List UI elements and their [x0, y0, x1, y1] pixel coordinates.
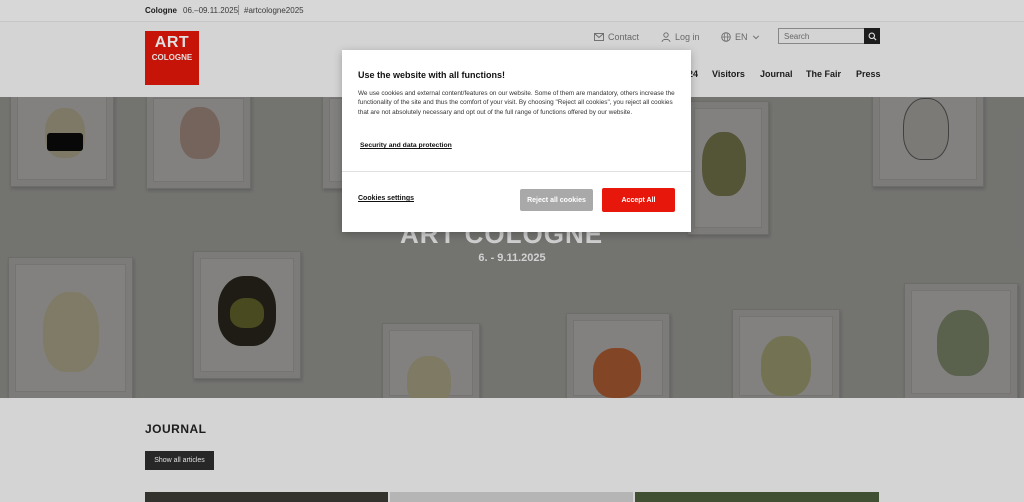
- cookies-settings-link[interactable]: Cookies settings: [358, 195, 414, 202]
- dialog-divider: [342, 171, 691, 172]
- cookie-consent-dialog: Use the website with all functions! We u…: [342, 50, 691, 232]
- privacy-link[interactable]: Security and data protection: [360, 142, 452, 149]
- dialog-title: Use the website with all functions!: [358, 70, 506, 80]
- dialog-body-text: We use cookies and external content/feat…: [358, 90, 675, 116]
- reject-all-cookies-button[interactable]: Reject all cookies: [520, 189, 593, 211]
- accept-all-button[interactable]: Accept All: [602, 188, 675, 212]
